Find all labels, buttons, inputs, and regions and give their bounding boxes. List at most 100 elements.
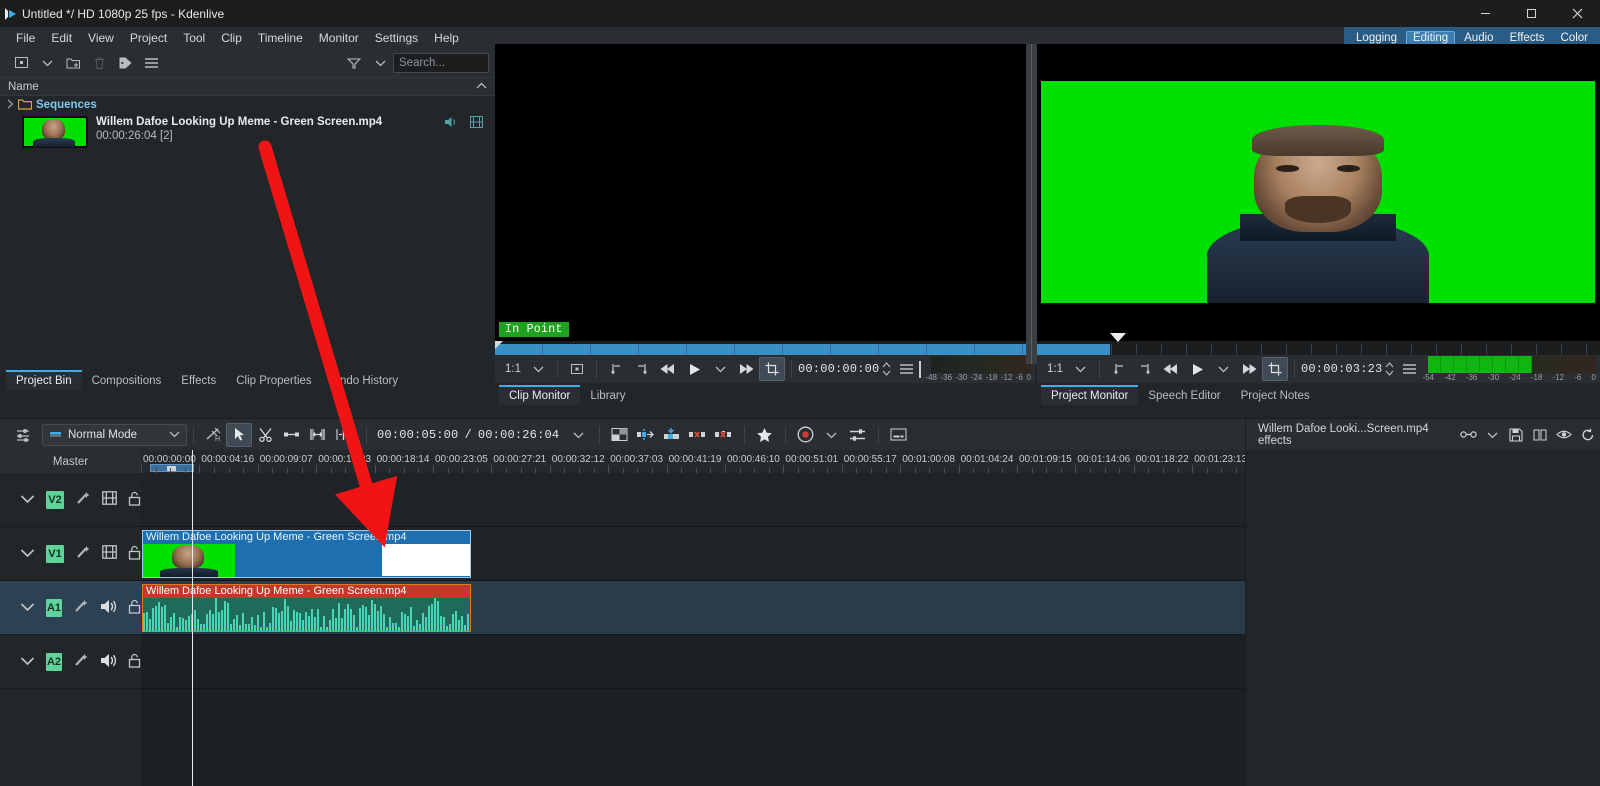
filter-chevron-down-icon[interactable] [367, 51, 393, 75]
project-play-chevron-down-icon[interactable] [1210, 357, 1236, 381]
track-header-v2[interactable]: V2 [0, 473, 141, 527]
chevron-down-icon[interactable] [20, 655, 35, 669]
keyframe-icon[interactable] [1457, 423, 1481, 447]
project-rewind-icon[interactable] [1158, 357, 1184, 381]
effect-chevron-down-icon[interactable] [1481, 423, 1505, 447]
menu-file[interactable]: File [8, 28, 43, 48]
minimize-button[interactable] [1462, 0, 1508, 27]
video-icon[interactable] [102, 491, 117, 508]
tab-compositions[interactable]: Compositions [82, 372, 172, 390]
lift-zone-icon[interactable] [710, 423, 736, 447]
project-set-out-icon[interactable] [1132, 357, 1158, 381]
compare-icon[interactable] [1528, 423, 1552, 447]
chevron-right-icon[interactable] [6, 98, 15, 112]
tag-icon[interactable] [112, 51, 138, 75]
lock-icon[interactable] [128, 545, 141, 563]
edit-mode-selector[interactable]: Normal Mode [42, 424, 187, 446]
project-forward-icon[interactable] [1236, 357, 1262, 381]
set-in-icon[interactable] [603, 357, 629, 381]
eye-icon[interactable] [1552, 423, 1576, 447]
zone-icon[interactable] [564, 357, 590, 381]
favorite-icon[interactable] [751, 423, 777, 447]
workspace-tab-audio[interactable]: Audio [1457, 31, 1500, 45]
razor-tool-icon[interactable] [252, 423, 278, 447]
track-name-v1[interactable]: V1 [46, 545, 64, 563]
project-monitor-ruler[interactable] [1037, 341, 1600, 355]
effects-icon[interactable] [75, 491, 91, 509]
maximize-button[interactable] [1508, 0, 1554, 27]
video-icon[interactable] [102, 545, 117, 562]
tab-clip-monitor[interactable]: Clip Monitor [499, 385, 580, 405]
clip-monitor-timecode[interactable]: 00:00:00:00 [798, 362, 879, 376]
add-folder-icon[interactable] [60, 51, 86, 75]
extract-zone-icon[interactable] [684, 423, 710, 447]
menu-timeline[interactable]: Timeline [250, 28, 311, 48]
lock-icon[interactable] [128, 599, 141, 617]
monitor-splitter[interactable] [1026, 44, 1037, 364]
timeline-track-lanes[interactable]: Willem Dafoe Looking Up Meme - Green Scr… [141, 473, 1245, 786]
chevron-down-icon[interactable] [20, 547, 35, 561]
workspace-tab-editing[interactable]: Editing [1406, 31, 1455, 45]
rewind-icon[interactable] [655, 357, 681, 381]
tab-project-notes[interactable]: Project Notes [1231, 387, 1320, 405]
clip-monitor-zoom-chevron-down-icon[interactable] [525, 357, 551, 381]
track-name-a1[interactable]: A1 [46, 599, 62, 617]
reset-icon[interactable] [1576, 423, 1600, 447]
forward-icon[interactable] [733, 357, 759, 381]
project-monitor-video[interactable] [1037, 44, 1600, 341]
chevron-up-icon[interactable] [476, 81, 487, 93]
clip-monitor-video[interactable]: In Point [495, 44, 1035, 341]
lane-a1[interactable]: Willem Dafoe Looking Up Meme - Green Scr… [141, 581, 1245, 635]
tab-library[interactable]: Library [580, 387, 635, 405]
insert-zone-icon[interactable] [632, 423, 658, 447]
tab-project-monitor[interactable]: Project Monitor [1041, 385, 1138, 405]
timeline-playhead[interactable] [192, 473, 193, 786]
roll-tool-icon[interactable] [330, 423, 356, 447]
lock-icon[interactable] [128, 653, 141, 671]
search-input[interactable]: Search... [393, 53, 489, 73]
speaker-icon[interactable] [100, 653, 117, 671]
menu-icon[interactable] [138, 51, 164, 75]
close-button[interactable] [1554, 0, 1600, 27]
set-out-icon[interactable] [629, 357, 655, 381]
tab-project-bin[interactable]: Project Bin [6, 370, 82, 390]
menu-settings[interactable]: Settings [367, 28, 426, 48]
timeline-position-timecode[interactable]: 00:00:05:00 [377, 428, 458, 442]
effects-icon[interactable] [75, 545, 91, 563]
menu-help[interactable]: Help [426, 28, 467, 48]
clip-monitor-ruler[interactable] [495, 341, 1035, 355]
mixer-icon[interactable] [844, 423, 870, 447]
tab-speech-editor[interactable]: Speech Editor [1138, 387, 1230, 405]
project-crop-icon[interactable] [1262, 357, 1288, 381]
workspace-tab-effects[interactable]: Effects [1503, 31, 1552, 45]
record-chevron-down-icon[interactable] [818, 423, 844, 447]
magnet-icon[interactable]: H [200, 423, 226, 447]
add-clip-icon[interactable] [8, 51, 34, 75]
track-header-v1[interactable]: V1 [0, 527, 141, 581]
filter-icon[interactable] [341, 51, 367, 75]
project-spin-icon[interactable] [1382, 357, 1396, 381]
play-icon[interactable] [681, 357, 707, 381]
spin-icon[interactable] [879, 357, 893, 381]
lock-icon[interactable] [128, 491, 141, 509]
lane-v1[interactable]: Willem Dafoe Looking Up Meme - Green Scr… [141, 527, 1245, 581]
menu-edit[interactable]: Edit [43, 28, 80, 48]
track-header-a2[interactable]: A2 [0, 635, 141, 689]
effects-icon[interactable] [73, 599, 89, 617]
edit-mode-chevron-down-icon[interactable] [169, 429, 180, 441]
ripple-tool-icon[interactable] [304, 423, 330, 447]
record-icon[interactable] [792, 423, 818, 447]
save-icon[interactable] [1504, 423, 1528, 447]
mix-icon[interactable] [606, 423, 632, 447]
project-set-in-icon[interactable] [1106, 357, 1132, 381]
project-monitor-zoom-chevron-down-icon[interactable] [1067, 357, 1093, 381]
project-monitor-zoom[interactable]: 1:1 [1043, 363, 1067, 375]
clip-monitor-zoom[interactable]: 1:1 [501, 363, 525, 375]
select-tool-icon[interactable] [226, 423, 252, 447]
timeline-ruler[interactable]: 00:00:00:0000:00:04:1600:00:09:0700:00:1… [141, 450, 1245, 473]
bin-clip-item[interactable]: Willem Dafoe Looking Up Meme - Green Scr… [0, 114, 495, 148]
crop-icon[interactable] [759, 357, 785, 381]
lane-v2[interactable] [141, 473, 1245, 527]
overwrite-zone-icon[interactable] [658, 423, 684, 447]
play-chevron-down-icon[interactable] [707, 357, 733, 381]
